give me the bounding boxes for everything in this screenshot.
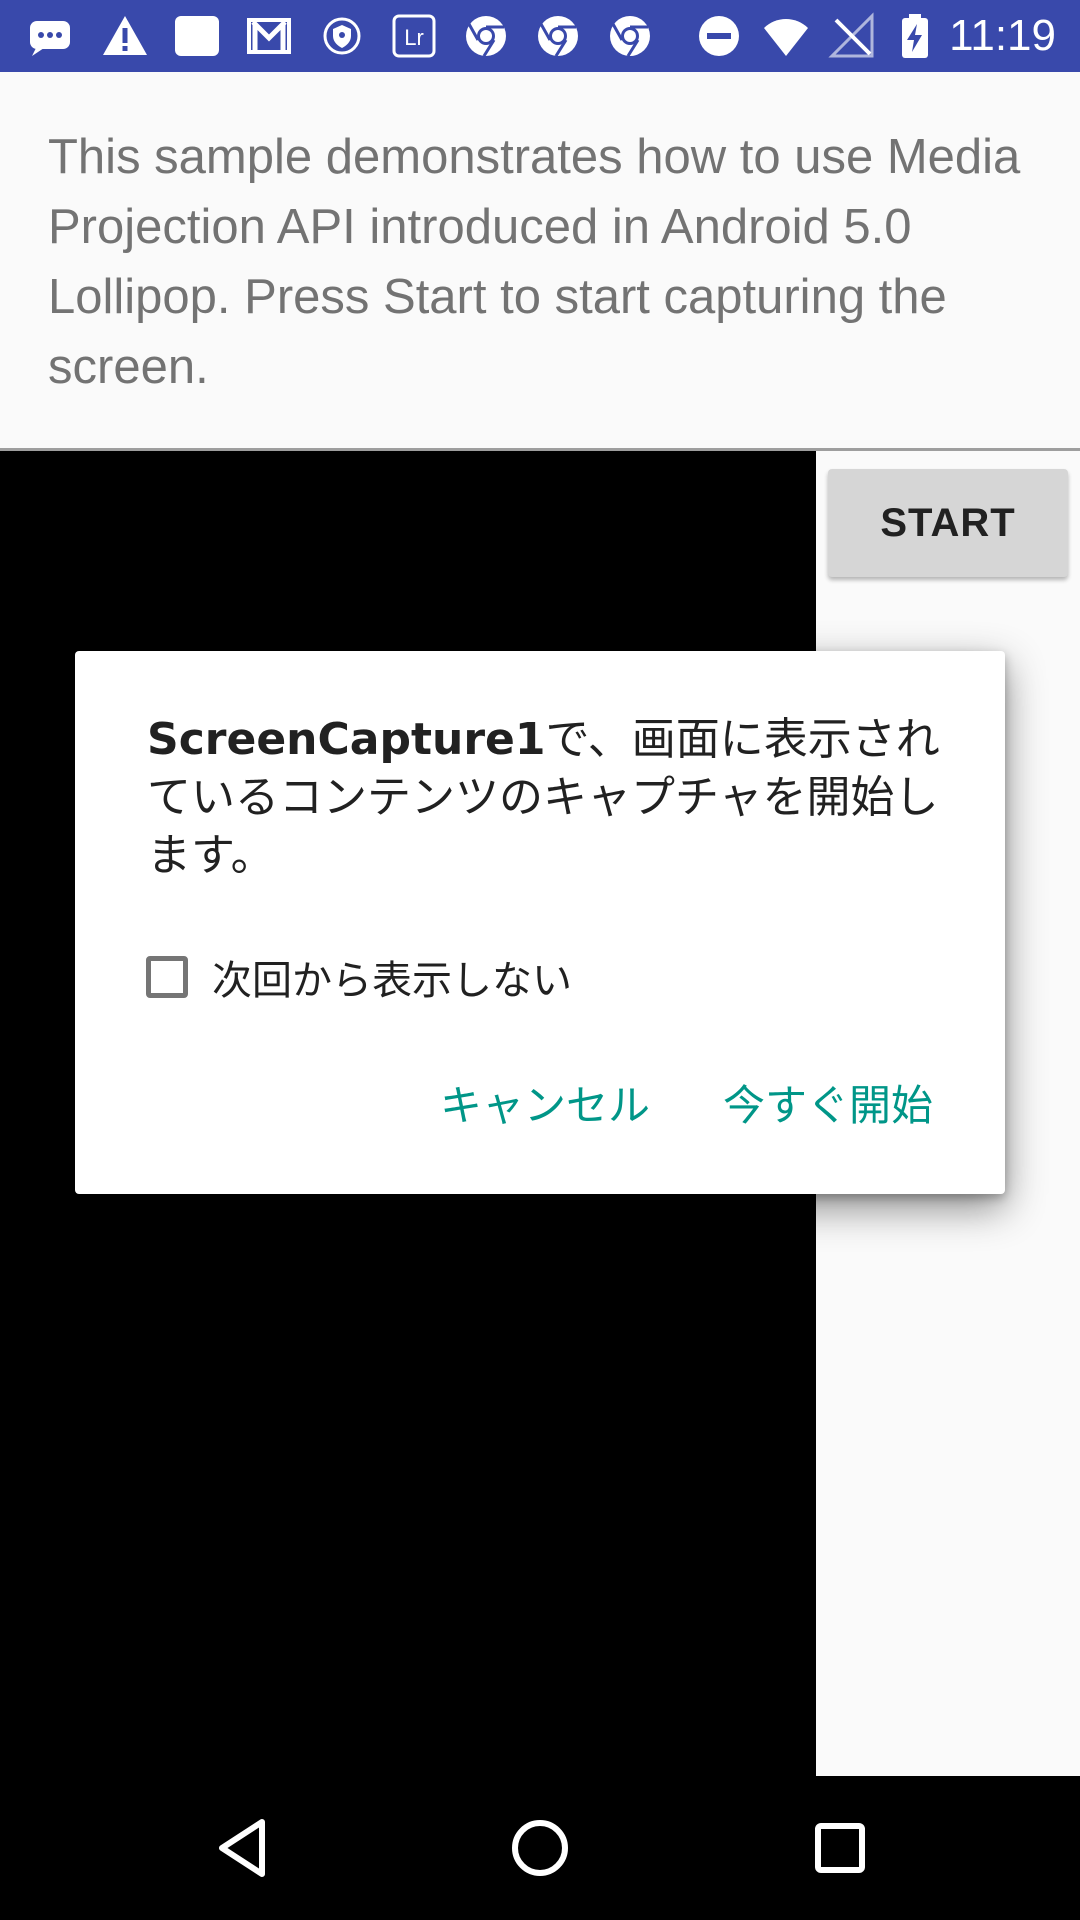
recents-icon[interactable] (800, 1808, 880, 1888)
dont-show-again-label[interactable]: 次回から表示しない (212, 948, 572, 1006)
lightroom-icon: Lr (390, 12, 438, 60)
chrome-icon (462, 12, 510, 60)
app-icon (173, 12, 221, 60)
dont-show-again-row[interactable]: 次回から表示しない (143, 947, 572, 1007)
messages-icon (26, 12, 74, 60)
cancel-button[interactable]: キャンセル (440, 1071, 650, 1141)
status-bar: Lr 11:19 (0, 0, 1080, 72)
clock: 11:19 (949, 11, 1056, 60)
battery-charging-icon (891, 12, 939, 60)
gmail-icon (245, 12, 293, 60)
home-icon[interactable] (500, 1808, 580, 1888)
do-not-disturb-icon (695, 12, 743, 60)
navigation-bar (0, 1776, 1080, 1920)
dialog-app-name: ScreenCapture1 (147, 714, 546, 765)
screen: Lr 11:19 This sample demonstrates how to… (0, 0, 1080, 1920)
dont-show-again-checkbox[interactable] (146, 956, 188, 998)
back-icon[interactable] (202, 1808, 282, 1888)
no-signal-icon (828, 12, 876, 60)
start-button[interactable]: START (828, 469, 1068, 577)
description-text: This sample demonstrates how to use Medi… (48, 130, 1021, 394)
dialog-message: ScreenCapture1で、画面に表示されているコンテンツのキャプチャを開始… (147, 711, 947, 885)
chrome-icon (606, 12, 654, 60)
warning-icon (101, 12, 149, 60)
svg-text:Lr: Lr (404, 25, 424, 50)
vpn-shield-icon (318, 12, 366, 60)
permission-dialog: ScreenCapture1で、画面に表示されているコンテンツのキャプチャを開始… (75, 651, 1005, 1194)
chrome-icon (534, 12, 582, 60)
start-now-button[interactable]: 今すぐ開始 (723, 1071, 933, 1141)
wifi-icon (762, 12, 810, 60)
